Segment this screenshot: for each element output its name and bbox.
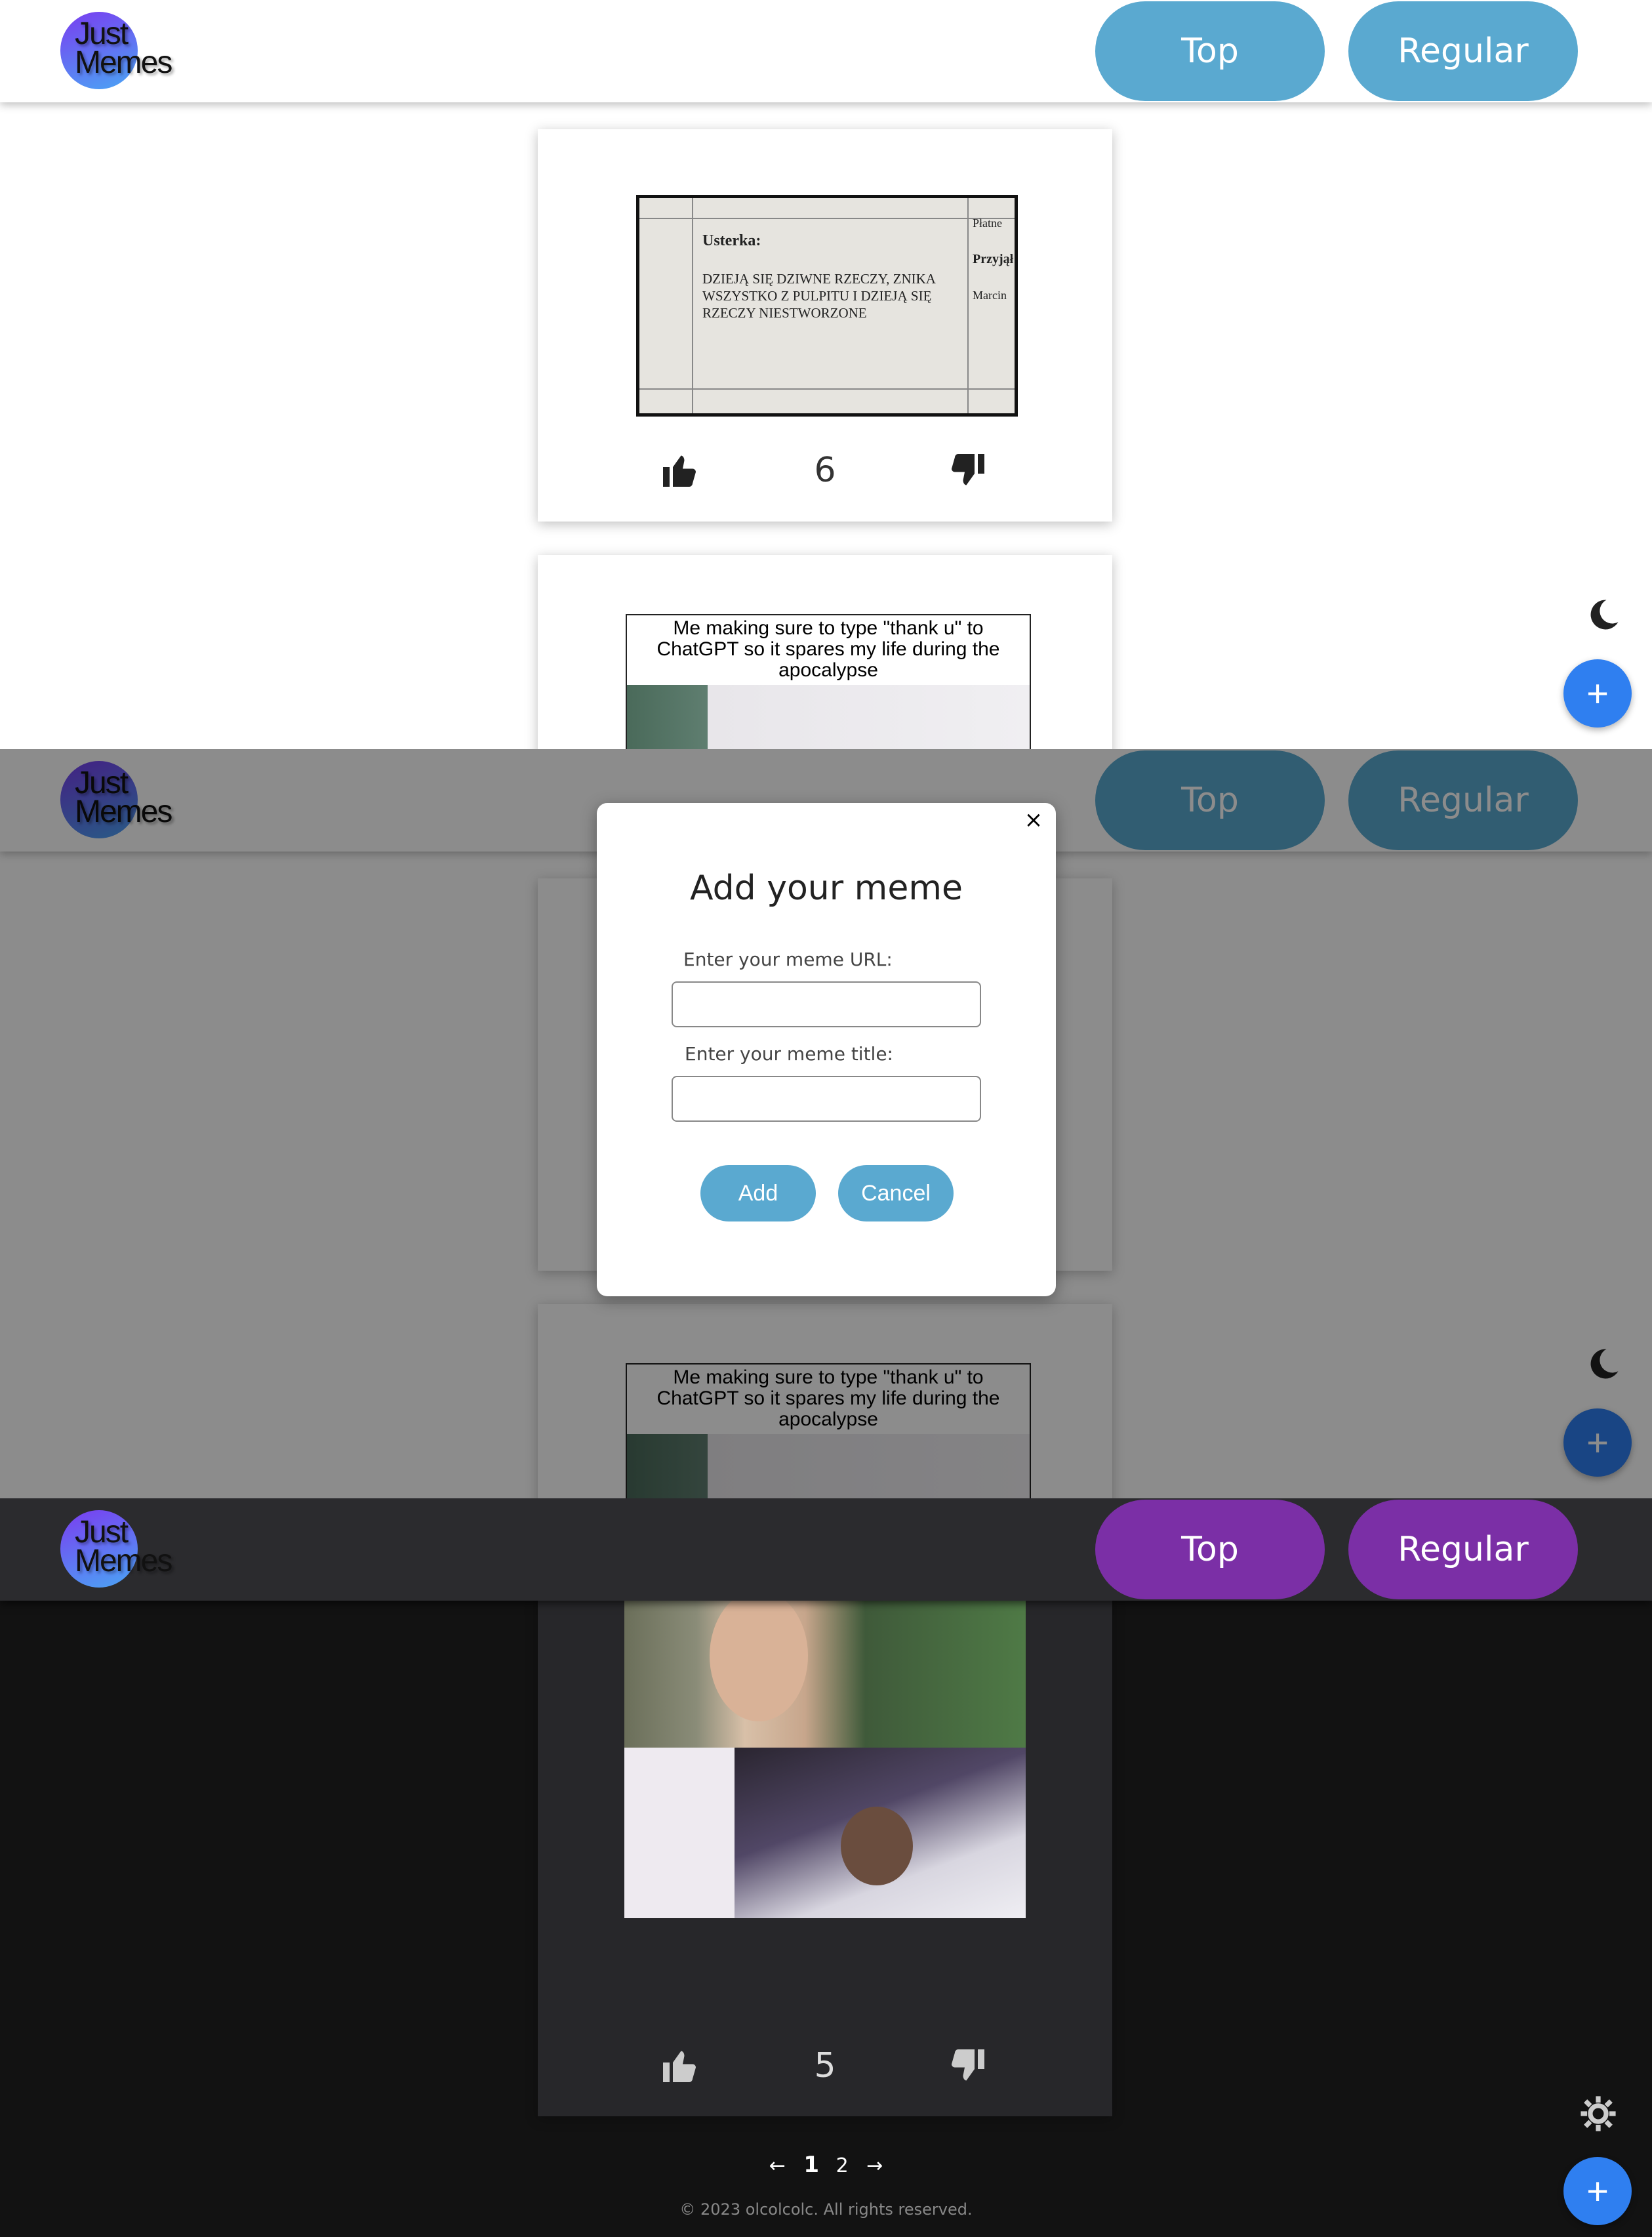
site-logo[interactable]: Just Memes xyxy=(60,1510,178,1589)
meme-card: Usterka: DZIEJĄ SIĘ DZIWNE RZECZY, ZNIKA… xyxy=(538,129,1112,522)
receipt-col-przyjal: Przyjął xyxy=(973,252,1014,266)
vote-count: 6 xyxy=(814,451,836,490)
photo-monkey xyxy=(841,1807,913,1885)
thumbs-down-icon[interactable] xyxy=(948,451,988,490)
meme-url-input[interactable] xyxy=(672,981,981,1027)
footer-copyright: © 2023 olcolcolc. All rights reserved. xyxy=(679,2200,973,2219)
receipt-body: DZIEJĄ SIĘ DZIWNE RZECZY, ZNIKA WSZYSTKO… xyxy=(702,271,935,321)
vote-count: 5 xyxy=(814,2046,836,2085)
site-header: Just Memes Top Regular xyxy=(0,0,1652,102)
logo-line-1: Just xyxy=(75,1515,129,1549)
meme-image: Usterka: DZIEJĄ SIĘ DZIWNE RZECZY, ZNIKA… xyxy=(636,195,1018,417)
nav-top-button[interactable]: Top xyxy=(1095,1,1325,101)
sun-gear-icon[interactable] xyxy=(1579,2095,1617,2133)
arrow-right-icon[interactable]: → xyxy=(866,2154,883,2177)
logo-line-2: Memes xyxy=(75,45,172,80)
logo-text: Just Memes xyxy=(75,1515,172,1578)
meme-caption: Me making sure to type "thank u" to Chat… xyxy=(656,617,1000,681)
close-icon[interactable]: × xyxy=(1020,807,1047,833)
receipt-label: Usterka: xyxy=(702,232,761,249)
add-meme-button[interactable]: + xyxy=(1563,659,1632,728)
page-2-link[interactable]: 2 xyxy=(836,2154,849,2177)
vote-row: 6 xyxy=(538,451,1112,503)
logo-line-2: Memes xyxy=(75,1544,172,1578)
light-mode-view: Just Memes Top Regular Usterka: DZIEJĄ S… xyxy=(0,0,1652,749)
logo-text: Just Memes xyxy=(75,16,172,80)
nav-regular-button[interactable]: Regular xyxy=(1348,1,1578,101)
page-1-link[interactable]: 1 xyxy=(803,2152,819,2178)
vote-row: 5 xyxy=(538,2046,1112,2099)
modal-title: Add your meme xyxy=(690,869,963,908)
url-label: Enter your meme URL: xyxy=(683,949,893,970)
site-logo[interactable]: Just Memes xyxy=(60,12,178,91)
photo-face xyxy=(710,1590,808,1721)
thumbs-up-icon[interactable] xyxy=(660,451,699,490)
add-meme-modal-view: Just Memes Top Regular Me making sure to… xyxy=(0,749,1652,1498)
nav-top-button[interactable]: Top xyxy=(1095,1500,1325,1599)
cancel-button[interactable]: Cancel xyxy=(838,1165,954,1221)
meme-title-input[interactable] xyxy=(672,1076,981,1122)
meme-image: Me making sure to type "thank u" to Chat… xyxy=(626,614,1031,749)
thumbs-down-icon[interactable] xyxy=(948,2046,988,2085)
title-label: Enter your meme title: xyxy=(685,1043,893,1065)
anime-picture xyxy=(627,685,1030,749)
add-meme-modal: × Add your meme Enter your meme URL: Ent… xyxy=(597,803,1056,1296)
receipt-col-marcin: Marcin xyxy=(973,289,1007,302)
pagination: ← 1 2 → xyxy=(0,2152,1652,2178)
receipt-col-platne: Płatne xyxy=(973,216,1002,230)
logo-line-1: Just xyxy=(75,16,129,51)
photo-left xyxy=(624,1748,735,1918)
site-header: Just Memes Top Regular xyxy=(0,1498,1652,1601)
meme-card: Me making sure to type "thank u" to Chat… xyxy=(538,555,1112,749)
dark-mode-view: 5 Just Memes Top Regular + ← 1 2 → © 202… xyxy=(0,1498,1652,2237)
add-button[interactable]: Add xyxy=(700,1165,816,1221)
thumbs-up-icon[interactable] xyxy=(660,2046,699,2085)
nav-regular-button[interactable]: Regular xyxy=(1348,1500,1578,1599)
arrow-left-icon[interactable]: ← xyxy=(769,2154,786,2177)
moon-icon[interactable] xyxy=(1586,597,1621,632)
